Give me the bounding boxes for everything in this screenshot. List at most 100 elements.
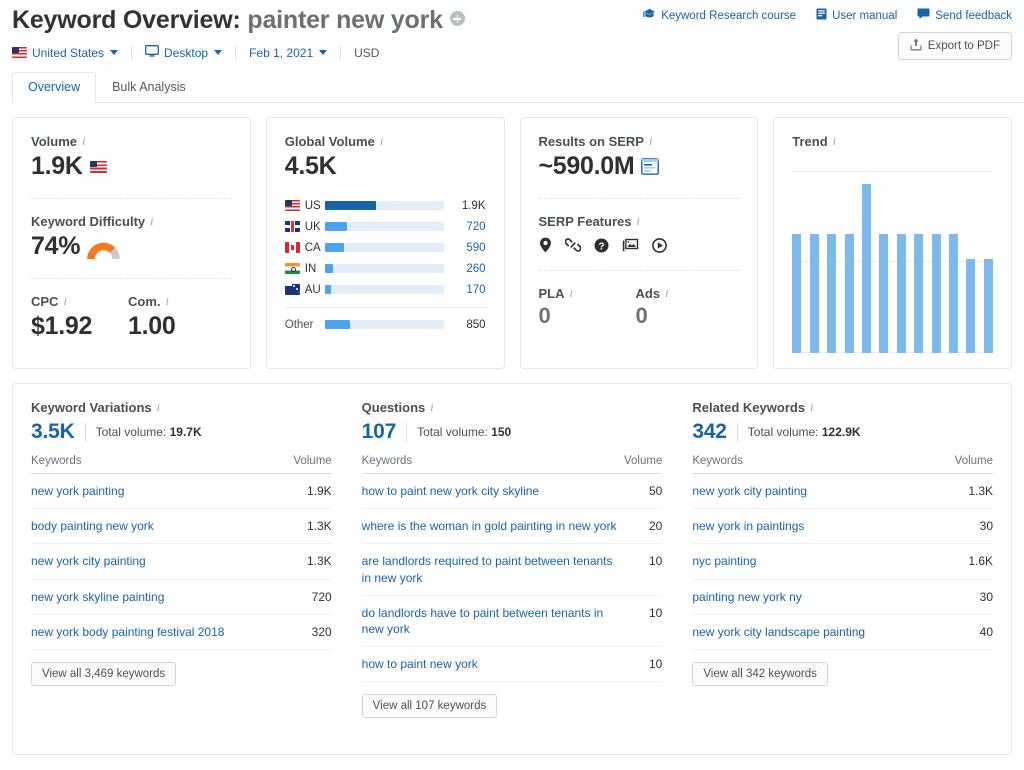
info-icon[interactable]: i (430, 400, 433, 415)
country-filter[interactable]: United States (12, 45, 119, 60)
pla-value: 0 (538, 303, 551, 328)
view-all-keyword-variations-button[interactable]: View all 3,469 keywords (31, 661, 177, 686)
serp-preview-icon[interactable] (641, 158, 660, 175)
keyword-link[interactable]: do landlords have to paint between tenan… (362, 606, 604, 636)
volume-value: 1.9K (31, 152, 83, 180)
filter-bar: United States Desktop Feb 1, 2021 USD (12, 45, 1012, 60)
trend-bar[interactable] (861, 183, 871, 353)
volume-bar-fill (324, 222, 348, 231)
user-manual-link[interactable]: User manual (816, 8, 897, 23)
plus-circle-icon[interactable] (449, 11, 465, 26)
card-divider (538, 270, 740, 271)
country-filter-label: United States (32, 45, 105, 60)
country-volume[interactable]: 720 (452, 221, 485, 233)
keyword-link[interactable]: new york painting (31, 484, 124, 498)
country-volume[interactable]: 170 (452, 284, 485, 296)
keyword-link[interactable]: new york body painting festival 2018 (31, 625, 224, 639)
view-all-questions-button[interactable]: View all 107 keywords (361, 694, 498, 719)
volume-cell: 10 (623, 543, 663, 596)
keyword-link[interactable]: body painting new york (31, 519, 154, 533)
related-keywords-count[interactable]: 342 (692, 420, 727, 444)
questions-count[interactable]: 107 (362, 420, 397, 444)
questions-total: Total volume: 150 (417, 425, 511, 439)
image-pack-icon[interactable] (622, 238, 639, 252)
volume-cell: 10 (623, 646, 663, 683)
video-icon[interactable] (651, 237, 667, 253)
trend-bar[interactable] (827, 233, 837, 353)
global-volume-value: 4.5K (284, 152, 337, 180)
related-keywords-column: Related Keywords i 342 Total volume: 122… (692, 400, 994, 754)
export-to-pdf-button[interactable]: Export to PDF (897, 32, 1012, 60)
local-pack-icon[interactable] (539, 237, 552, 253)
total-volume-label: Total volume: (747, 425, 819, 439)
sitelinks-icon[interactable] (564, 237, 581, 253)
info-icon[interactable]: i (810, 400, 813, 415)
country-volume[interactable]: 590 (452, 242, 485, 254)
info-icon[interactable]: i (833, 134, 836, 149)
trend-bar[interactable] (983, 258, 993, 353)
info-icon[interactable]: i (649, 134, 652, 149)
faq-icon[interactable]: ? (594, 238, 609, 253)
trend-bar[interactable] (844, 233, 854, 353)
trend-bar[interactable] (896, 233, 906, 353)
keyword-link[interactable]: new york city painting (692, 484, 807, 498)
global-volume-row[interactable]: US 1.9K (284, 195, 486, 216)
info-icon[interactable]: i (665, 286, 668, 301)
volume-cell: 10 (623, 595, 663, 648)
tab-bulk-analysis[interactable]: Bulk Analysis (96, 72, 202, 103)
info-icon[interactable]: i (150, 214, 153, 229)
volume-bar-fill (324, 264, 334, 273)
keyword-link[interactable]: new york city painting (31, 554, 146, 568)
trend-bar[interactable] (809, 233, 819, 353)
keyword-link[interactable]: painting new york ny (692, 590, 801, 604)
trend-bar[interactable] (966, 258, 976, 353)
trend-bar[interactable] (792, 233, 802, 353)
info-icon[interactable]: i (636, 214, 639, 229)
keyword-link[interactable]: nyc painting (692, 554, 756, 568)
info-icon[interactable]: i (166, 294, 169, 309)
keyword-link[interactable]: how to paint new york (362, 657, 478, 671)
keyword-link[interactable]: how to paint new york city skyline (362, 484, 539, 498)
results-on-serp-value: ~590.0M (538, 152, 635, 180)
info-icon[interactable]: i (82, 134, 85, 149)
volume-bar-fill (324, 243, 344, 252)
tab-overview[interactable]: Overview (12, 72, 97, 103)
trend-bar[interactable] (914, 233, 924, 353)
card-divider (31, 198, 232, 199)
keyword-link[interactable]: are landlords required to paint between … (362, 554, 613, 584)
volume-cell: 1.3K (281, 508, 332, 545)
global-volume-row[interactable]: AU 170 (284, 279, 486, 300)
keyword-link[interactable]: new york in paintings (692, 519, 804, 533)
volume-cell: 1.9K (281, 473, 332, 510)
competition-value: 1.00 (128, 312, 176, 340)
keyword-link[interactable]: new york skyline painting (31, 590, 164, 604)
questions-summary: 107 Total volume: 150 (362, 420, 663, 444)
keyword-link[interactable]: new york city landscape painting (692, 625, 865, 639)
related-keywords-table: Keywords Volume new york city painting 1.… (692, 455, 994, 650)
info-icon[interactable]: i (157, 400, 160, 415)
info-icon[interactable]: i (570, 286, 573, 301)
country-volume[interactable]: 260 (452, 263, 485, 275)
volume-cell: 30 (938, 508, 994, 545)
view-all-related-keywords-button[interactable]: View all 342 keywords (692, 661, 828, 686)
trend-bar[interactable] (879, 233, 889, 353)
trend-bar[interactable] (931, 233, 941, 353)
volume-bar-track (324, 243, 444, 252)
global-volume-row[interactable]: CA 590 (284, 237, 486, 258)
device-filter[interactable]: Desktop (145, 45, 223, 60)
table-row: new york body painting festival 2018 320 (31, 614, 332, 650)
send-feedback-link[interactable]: Send feedback (917, 8, 1012, 23)
global-volume-row[interactable]: UK 720 (284, 216, 486, 237)
keyword-research-course-link[interactable]: Keyword Research course (643, 8, 796, 23)
global-volume-row[interactable]: IN 260 (284, 258, 486, 279)
us-flag-icon (12, 47, 27, 58)
questions-title: Questions (361, 400, 426, 415)
trend-bar[interactable] (949, 233, 959, 353)
keyword-difficulty-value-row: 74% (31, 232, 232, 261)
keyword-variations-count[interactable]: 3.5K (31, 420, 75, 444)
info-icon[interactable]: i (63, 294, 66, 309)
date-filter[interactable]: Feb 1, 2021 (249, 46, 328, 60)
keyword-link[interactable]: where is the woman in gold painting in n… (362, 519, 617, 533)
info-icon[interactable]: i (380, 134, 383, 149)
other-label: Other (284, 318, 314, 331)
